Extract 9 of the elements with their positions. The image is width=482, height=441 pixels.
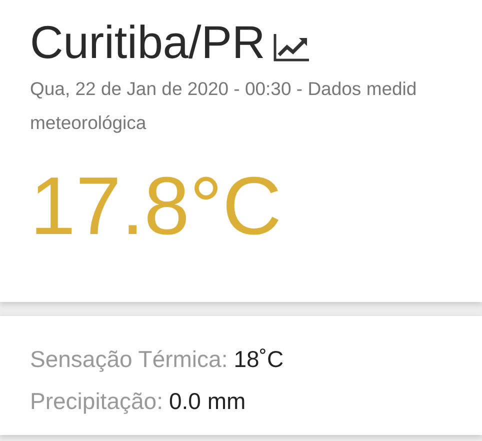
detail-value: 0.0 mm <box>168 387 246 416</box>
observation-info: meteorológica <box>30 111 148 135</box>
city-title: Curitiba/PR <box>30 15 266 70</box>
line-chart-icon[interactable] <box>273 32 312 62</box>
detail-label: Precipitação: <box>30 387 163 416</box>
detail-label: Sensação Térmica: <box>30 345 228 374</box>
observation-info: Qua, 22 de Jan de 2020 - 00:30 - Dados medid <box>30 77 418 101</box>
detail-value: 18˚C <box>234 345 284 374</box>
temperature: 17.8°C <box>30 162 283 252</box>
